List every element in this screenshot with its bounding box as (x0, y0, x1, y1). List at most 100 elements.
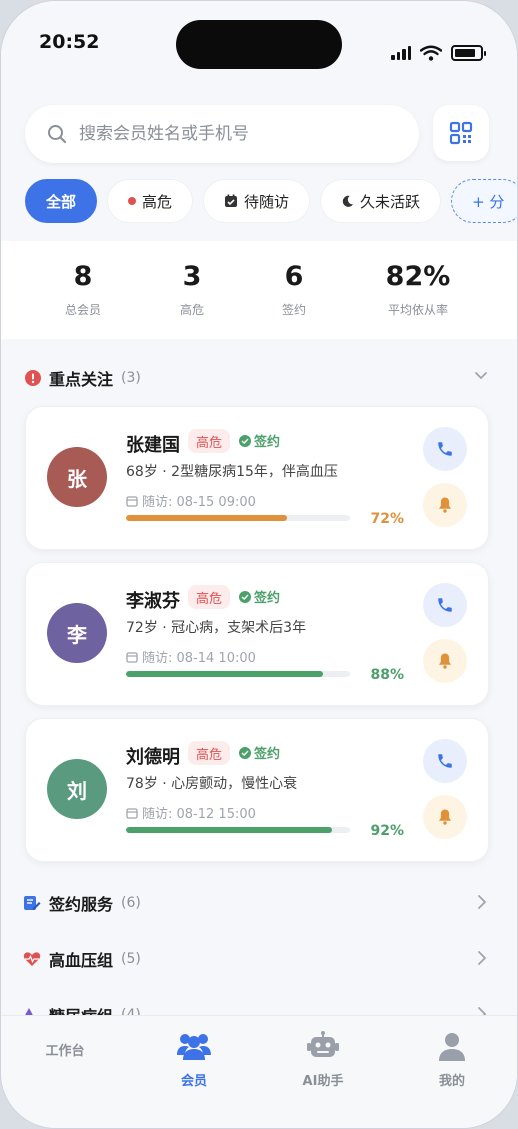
tab-label: 工作台 (45, 1044, 85, 1059)
stat-label: 高危 (179, 303, 204, 317)
stat-high-risk: 3 高危 (152, 261, 232, 318)
stat-adherence: 82% 平均依从率 (368, 261, 468, 318)
group-count: (6) (121, 895, 141, 911)
member-description: 78岁 · 心房颤动，慢性心衰 (126, 776, 298, 792)
tab-label: 会员 (180, 1074, 207, 1089)
search-box[interactable] (25, 105, 419, 163)
tab-icon (144, 1028, 244, 1064)
bell-icon (439, 497, 451, 513)
stat-label: 平均依从率 (387, 303, 448, 317)
adherence-bar (126, 671, 350, 677)
risk-badge: 高危 (188, 585, 231, 609)
adherence-percent: 72% (370, 511, 404, 527)
phone-icon (438, 598, 452, 612)
stat-value: 8 (73, 261, 93, 292)
member-name: 张建国 (126, 435, 180, 456)
avatar: 李 (47, 603, 107, 663)
phone-icon (438, 442, 452, 456)
status-icons (391, 45, 486, 61)
qr-scan-button[interactable] (433, 105, 489, 161)
users-icon (177, 1034, 211, 1060)
tab-icon (402, 1028, 502, 1064)
filter-chips: 全部 高危 待随访 久未活跃 + 分 (25, 179, 517, 225)
adherence-fill (126, 827, 333, 833)
group-title: 签约服务 (49, 895, 114, 914)
reminder-button[interactable] (423, 483, 467, 527)
alert-icon (25, 370, 41, 386)
stat-value: 3 (182, 261, 202, 292)
member-name: 李淑芬 (126, 591, 180, 612)
risk-badge: 高危 (188, 429, 231, 453)
adherence-percent: 88% (370, 667, 404, 683)
qr-code-icon (449, 121, 473, 145)
member-name: 刘德明 (126, 747, 180, 768)
tab-members[interactable]: 会员 (144, 1028, 244, 1089)
stat-total-members: 8 总会员 (43, 261, 123, 318)
followup-label: 随访: 08-15 09:00 (142, 495, 256, 510)
tab-label: 我的 (438, 1074, 465, 1089)
tab-icon (273, 1028, 373, 1064)
signal-icon (391, 46, 411, 60)
search-icon (48, 125, 67, 144)
chevron-right-icon (478, 951, 487, 965)
group-count: (5) (121, 951, 141, 967)
contract-edit-icon (24, 896, 41, 910)
status-time: 20:52 (39, 31, 100, 53)
stats-panel: 8 总会员 3 高危 6 签约 82% 平均依从率 (1, 241, 517, 339)
call-button[interactable] (423, 739, 467, 783)
filter-chip-all[interactable]: 全部 (25, 179, 98, 223)
adherence-bar (126, 515, 350, 521)
filter-chip-inactive[interactable]: 久未活跃 (320, 179, 442, 223)
battery-icon (451, 45, 486, 61)
stat-value: 6 (284, 261, 304, 292)
focus-section-header[interactable]: 重点关注 (3) (25, 363, 495, 393)
chip-label: 全部 (46, 192, 77, 211)
bottom-tab-bar: 工作台 会员 AI助手 我的 (1, 1015, 517, 1128)
member-card[interactable]: 李 李淑芬 高危 签约 72岁 · 冠心病，支架术后3年 随访: 08-14 1… (25, 562, 489, 706)
tab-workbench[interactable]: 工作台 (15, 1028, 115, 1059)
stat-label: 总会员 (64, 303, 101, 317)
calendar-icon (126, 651, 138, 663)
group-row-signed-service[interactable]: 签约服务 (6) (23, 888, 497, 918)
search-input[interactable] (79, 124, 379, 144)
bell-icon (439, 653, 451, 669)
followup-time: 随访: 08-14 10:00 (126, 647, 256, 666)
stat-signed: 6 签约 (254, 261, 334, 318)
member-card[interactable]: 张 张建国 高危 签约 68岁 · 2型糖尿病15年，伴高血压 随访: 08-1… (25, 406, 489, 550)
followup-label: 随访: 08-14 10:00 (142, 651, 256, 666)
check-circle-icon (239, 746, 251, 759)
chevron-down-icon[interactable] (473, 367, 489, 383)
adherence-fill (126, 671, 324, 677)
signed-badge: 签约 (239, 743, 280, 762)
red-dot-icon (128, 197, 137, 205)
moon-icon (342, 195, 354, 207)
tab-profile[interactable]: 我的 (402, 1028, 502, 1089)
followup-time: 随访: 08-12 15:00 (126, 803, 256, 822)
group-row-hypertension[interactable]: 高血压组 (5) (23, 944, 497, 974)
section-title: 重点关注 (49, 370, 114, 389)
call-button[interactable] (423, 427, 467, 471)
member-card[interactable]: 刘 刘德明 高危 签约 78岁 · 心房颤动，慢性心衰 随访: 08-12 15… (25, 718, 489, 862)
filter-chip-pending-followup[interactable]: 待随访 (203, 179, 311, 223)
phone-screen: 20:52 搜索会员姓名或手机号 全部 高危 待随访 久未活跃 + 分 8 总会… (0, 0, 518, 1129)
tab-ai-assistant[interactable]: AI助手 (273, 1028, 373, 1089)
reminder-button[interactable] (423, 639, 467, 683)
signed-label: 签约 (254, 435, 281, 450)
chevron-right-icon (478, 895, 487, 909)
filter-chip-add-group[interactable]: + 分 (451, 179, 517, 223)
member-description: 68岁 · 2型糖尿病15年，伴高血压 (126, 464, 338, 480)
signed-badge: 签约 (239, 431, 280, 450)
user-icon (439, 1033, 465, 1061)
bell-icon (439, 809, 451, 825)
avatar: 刘 (47, 759, 107, 819)
filter-chip-high-risk[interactable]: 高危 (107, 179, 194, 223)
risk-badge: 高危 (188, 741, 231, 765)
avatar: 张 (47, 447, 107, 507)
call-button[interactable] (423, 583, 467, 627)
status-bar: 20:52 (1, 1, 517, 85)
calendar-check-icon (225, 194, 238, 207)
phone-icon (438, 754, 452, 768)
stat-value: 82% (385, 261, 451, 292)
tab-label: AI助手 (302, 1074, 344, 1089)
reminder-button[interactable] (423, 795, 467, 839)
